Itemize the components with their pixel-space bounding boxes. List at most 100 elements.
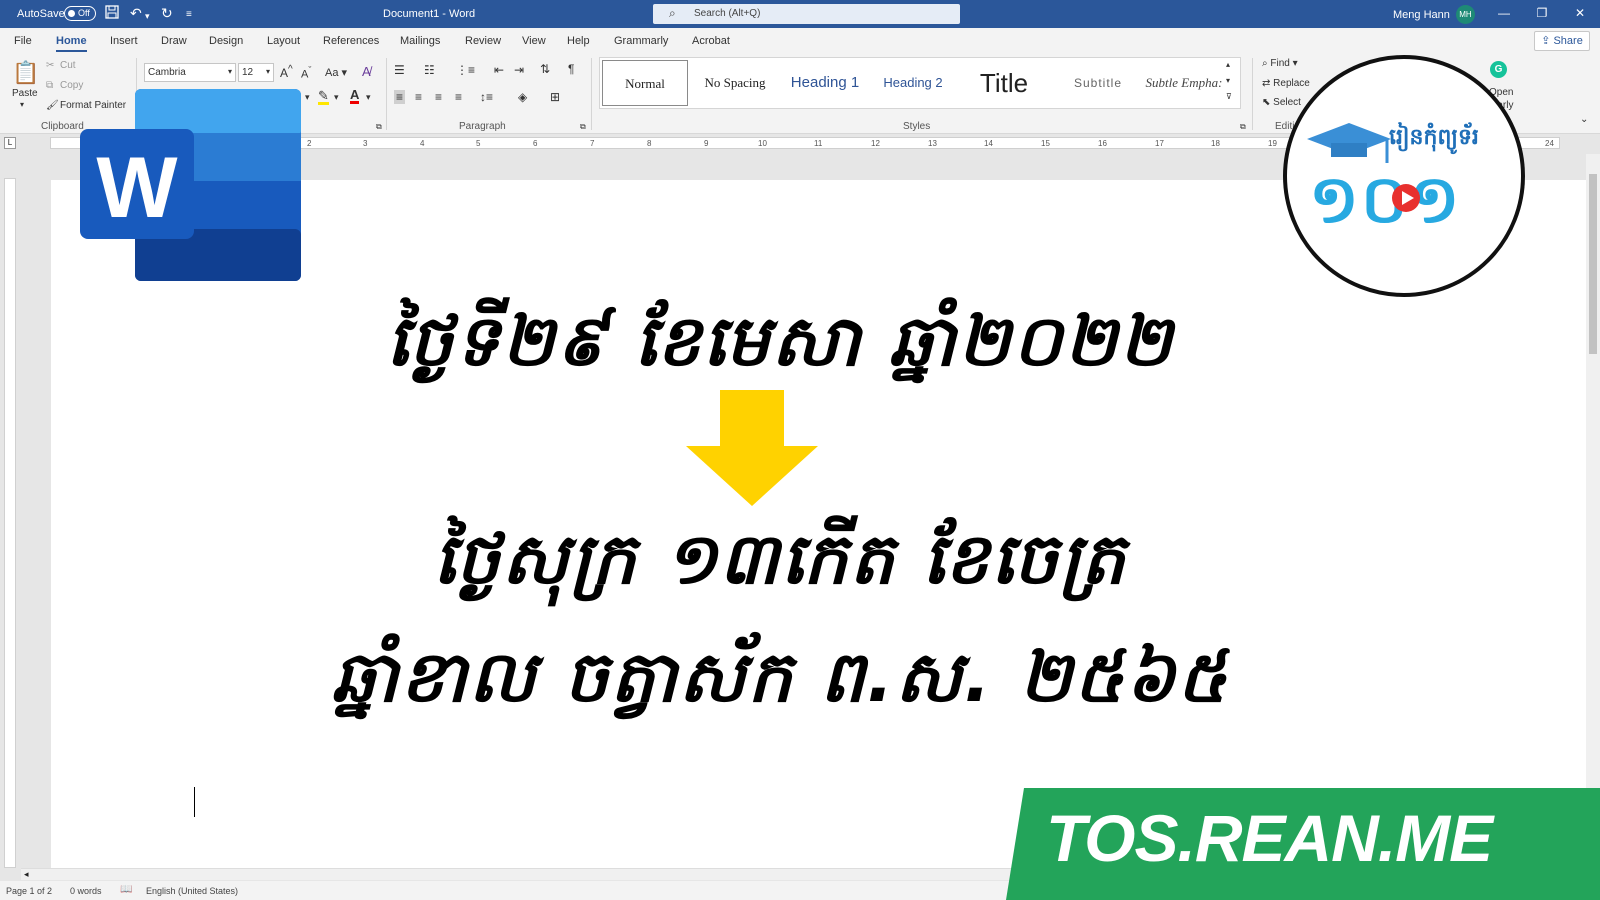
restore-icon[interactable]: ❐ (1530, 6, 1554, 20)
tab-insert[interactable]: Insert (110, 35, 138, 47)
grammarly-icon[interactable]: G (1490, 61, 1507, 78)
shrink-font-icon[interactable]: Aˇ (301, 65, 311, 81)
vertical-ruler[interactable] (4, 178, 16, 868)
style-normal[interactable]: Normal (602, 60, 688, 106)
tab-selector[interactable]: L (4, 137, 16, 149)
find-label: Find (1270, 58, 1290, 69)
vertical-scrollbar[interactable] (1586, 154, 1600, 870)
format-painter-icon[interactable]: 🖌 (46, 100, 59, 111)
tab-view[interactable]: View (522, 35, 546, 47)
word-count[interactable]: 0 words (70, 886, 102, 896)
close-icon[interactable]: ✕ (1568, 6, 1592, 20)
clear-formatting-icon[interactable]: A̸ (362, 64, 371, 79)
document-line-2[interactable]: ថ្ងៃសុក្រ ១៣កើត ខែចេត្រ (110, 516, 1450, 618)
word-logo-icon: W (80, 89, 301, 281)
replace-label: Replace (1273, 78, 1310, 89)
tab-layout[interactable]: Layout (267, 35, 300, 47)
ruler-tick: 12 (871, 139, 880, 148)
change-case-button[interactable]: Aa ▾ (325, 66, 347, 79)
increase-indent-icon[interactable]: ⇥ (514, 63, 524, 77)
tab-review[interactable]: Review (465, 35, 501, 47)
user-name[interactable]: Meng Hann (1393, 9, 1450, 21)
tab-acrobat[interactable]: Acrobat (692, 35, 730, 47)
style-subtitle[interactable]: Subtitle (1054, 60, 1142, 106)
grow-font-icon[interactable]: A^ (280, 64, 293, 80)
justify-icon[interactable]: ≡ (455, 90, 462, 104)
share-button[interactable]: ⇪ Share (1534, 31, 1590, 51)
styles-scroll-up-icon[interactable]: ▴ (1226, 60, 1230, 69)
paste-button[interactable]: Paste (12, 88, 38, 99)
collapse-ribbon-icon[interactable]: ⌄ (1580, 114, 1588, 125)
select-button[interactable]: ⬉ Select (1262, 97, 1301, 108)
toggle-knob (68, 10, 75, 17)
font-color-dropdown-icon[interactable]: ▾ (366, 92, 371, 103)
style-title[interactable]: Title (956, 60, 1052, 106)
avatar[interactable]: MH (1456, 5, 1475, 24)
styles-more-icon[interactable]: ⊽ (1226, 92, 1232, 101)
paste-icon[interactable]: 📋 (12, 60, 39, 86)
sort-icon[interactable]: ⇅ (540, 62, 550, 76)
tab-mailings[interactable]: Mailings (400, 35, 440, 47)
multilevel-list-icon[interactable]: ⋮≡ (456, 63, 475, 77)
autosave-toggle[interactable]: Off (64, 6, 96, 21)
style-heading-2[interactable]: Heading 2 (872, 60, 954, 106)
line-spacing-icon[interactable]: ↕≡ (480, 90, 493, 104)
paste-dropdown-icon[interactable]: ▾ (20, 100, 24, 109)
borders-icon[interactable]: ⊞ (550, 90, 560, 104)
proofing-icon[interactable]: 📖 (120, 884, 132, 895)
save-icon[interactable] (105, 5, 119, 22)
tab-home[interactable]: Home (56, 35, 87, 52)
font-name-value: Cambria (148, 67, 186, 78)
show-formatting-icon[interactable]: ¶ (568, 62, 574, 76)
align-right-icon[interactable]: ≡ (435, 90, 442, 104)
font-color-icon[interactable]: A (350, 88, 360, 104)
tab-references[interactable]: References (323, 35, 379, 47)
font-name-select[interactable]: Cambria ▾ (144, 63, 236, 82)
tab-help[interactable]: Help (567, 35, 590, 47)
style-subtle-emphasis[interactable]: Subtle Empha: (1144, 60, 1224, 106)
undo-dropdown-icon[interactable]: ▾ (145, 8, 150, 24)
font-size-select[interactable]: 12 ▾ (238, 63, 274, 82)
paragraph-dialog-launcher-icon[interactable]: ⧉ (580, 122, 586, 132)
style-no-spacing[interactable]: No Spacing (692, 60, 778, 106)
ruler-tick: 4 (420, 139, 425, 148)
highlight-icon[interactable]: ✎ (318, 89, 329, 105)
highlight-dropdown-icon[interactable]: ▾ (334, 92, 339, 103)
autosave-state: Off (78, 8, 90, 18)
style-heading-1[interactable]: Heading 1 (780, 60, 870, 106)
effects-dropdown-icon[interactable]: ▾ (305, 92, 310, 103)
align-center-icon[interactable]: ≡ (415, 90, 422, 104)
tab-design[interactable]: Design (209, 35, 243, 47)
website-banner-text: TOS.REAN.ME (1046, 801, 1493, 875)
ribbon-divider (1252, 58, 1253, 130)
undo-icon[interactable]: ↶ (130, 5, 142, 21)
tab-file[interactable]: File (14, 35, 32, 47)
cut-button[interactable]: Cut (60, 60, 76, 71)
styles-scroll-down-icon[interactable]: ▾ (1226, 76, 1230, 85)
copy-icon[interactable]: ⧉ (46, 80, 53, 91)
scroll-left-icon[interactable]: ◂ (24, 869, 29, 880)
page-count[interactable]: Page 1 of 2 (6, 886, 52, 896)
bullets-icon[interactable]: ☰ (394, 63, 405, 77)
cut-icon[interactable]: ✂ (46, 60, 54, 71)
redo-icon[interactable]: ↻ (161, 5, 173, 21)
language-status[interactable]: English (United States) (146, 886, 238, 896)
styles-dialog-launcher-icon[interactable]: ⧉ (1240, 122, 1246, 132)
ruler-tick: 2 (307, 139, 312, 148)
customize-qat-icon[interactable]: ≡ (186, 7, 192, 23)
decrease-indent-icon[interactable]: ⇤ (494, 63, 504, 77)
scroll-thumb[interactable] (1589, 174, 1597, 354)
tab-draw[interactable]: Draw (161, 35, 187, 47)
numbering-icon[interactable]: ☷ (424, 63, 435, 77)
shading-icon[interactable]: ◈ (518, 90, 527, 104)
minimize-icon[interactable]: — (1492, 6, 1516, 20)
font-dialog-launcher-icon[interactable]: ⧉ (376, 122, 382, 132)
document-line-3[interactable]: ឆ្នាំខាល ចត្វាស័ក ព.ស. ២៥៦៥ (110, 634, 1450, 736)
align-left-icon[interactable]: ≡ (394, 90, 406, 104)
search-box[interactable]: ⌕ Search (Alt+Q) (653, 4, 960, 24)
document-line-1[interactable]: ថ្ងៃទី២៩ ខែមេសា ឆ្នាំ២០២២ (110, 298, 1450, 400)
tab-grammarly[interactable]: Grammarly (614, 35, 668, 47)
replace-button[interactable]: ⇄ Replace (1262, 78, 1310, 89)
find-button[interactable]: ⌕ Find ▾ (1262, 58, 1298, 69)
ruler-tick: 16 (1098, 139, 1107, 148)
